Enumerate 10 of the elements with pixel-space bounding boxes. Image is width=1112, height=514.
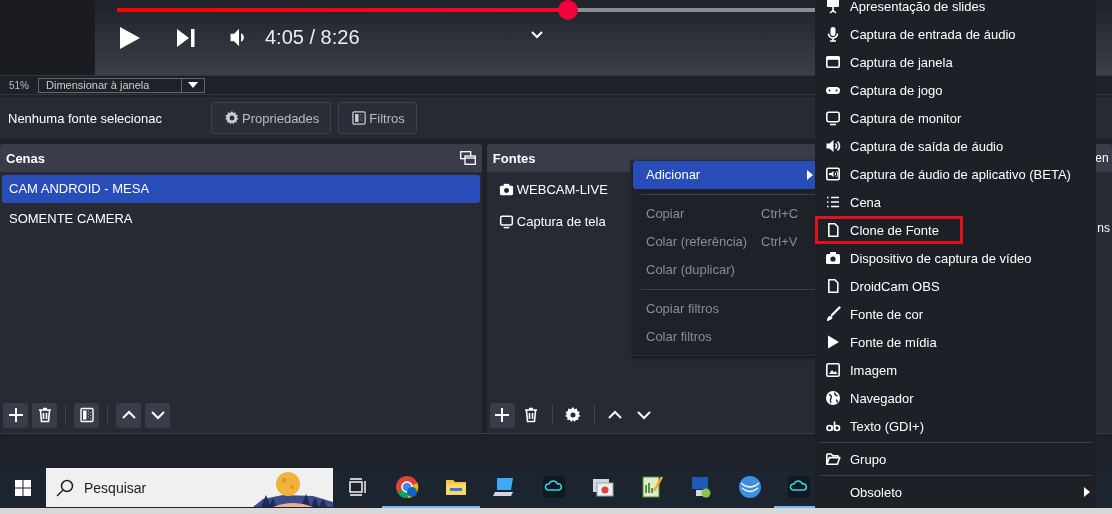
playback-time: 4:05 / 8:26: [265, 26, 360, 49]
shortcut-text: Ctrl+V: [761, 233, 798, 251]
source-label: Captura de tela: [516, 213, 606, 229]
panel-title: en: [1095, 151, 1109, 165]
panel-title: Cenas: [6, 150, 46, 166]
panel-title: Fontes: [492, 150, 536, 166]
zoom-percentage: 51%: [9, 79, 30, 91]
selection-status-text: Nenhuma fonte selecionac: [8, 110, 163, 126]
source-label: WEBCAM-LIVE: [516, 181, 608, 197]
shortcut-text: Ctrl+C: [761, 205, 799, 223]
